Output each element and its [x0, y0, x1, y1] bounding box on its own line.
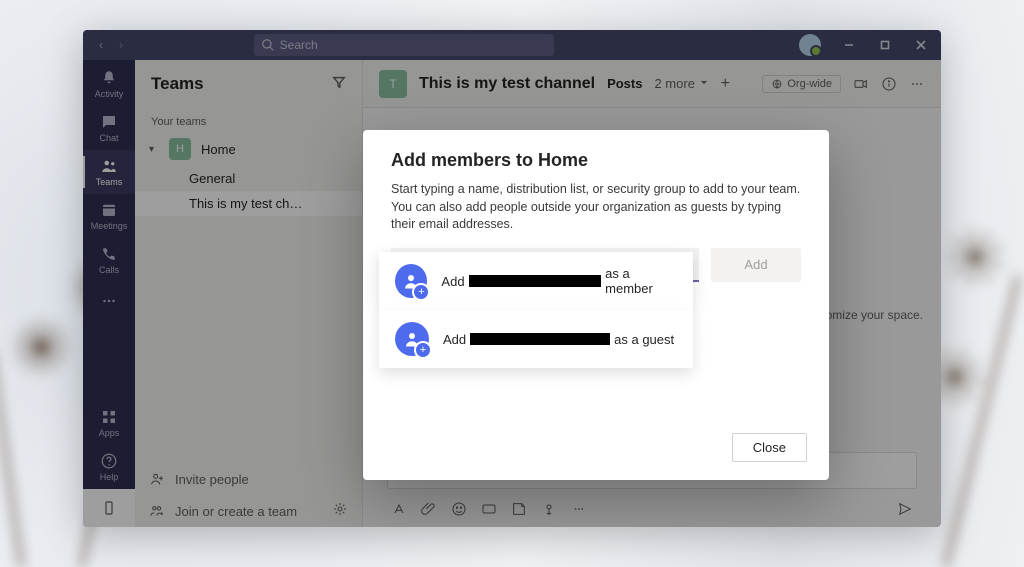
close-button[interactable]: Close [732, 433, 807, 462]
suggestion-prefix: Add [441, 274, 464, 289]
redacted-text [470, 333, 610, 345]
suggestion-add-member[interactable]: Add as a member [379, 252, 693, 310]
modal-description: Start typing a name, distribution list, … [391, 181, 801, 234]
person-add-avatar [395, 264, 427, 298]
suggestion-add-guest[interactable]: Add as a guest [379, 310, 693, 368]
suggestion-prefix: Add [443, 332, 466, 347]
person-add-avatar [395, 322, 429, 356]
suggestion-suffix: as a guest [614, 332, 674, 347]
modal-title: Add members to Home [391, 150, 801, 171]
person-icon [403, 330, 421, 348]
suggestion-suffix: as a member [605, 266, 677, 296]
app-window: ‹ › Search Activity Chat Teams [83, 30, 941, 527]
suggestion-dropdown: Add as a member Add as a guest [379, 252, 693, 368]
add-button[interactable]: Add [711, 248, 801, 282]
person-icon [402, 272, 420, 290]
redacted-text [469, 275, 602, 287]
